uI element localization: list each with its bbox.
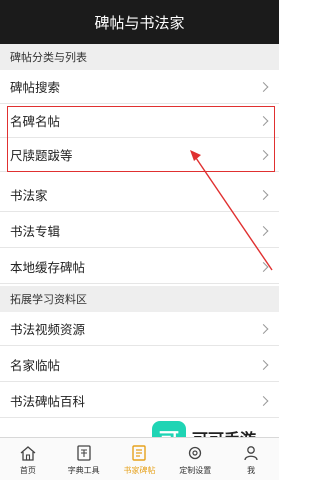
tab-dictionary[interactable]: 字典工具 [56, 438, 112, 480]
list-item-master-copies[interactable]: 名家临帖 [0, 348, 279, 382]
tab-home[interactable]: 首页 [0, 438, 56, 480]
section-header-extended: 拓展学习资料区 [0, 286, 279, 312]
highlight-box [7, 106, 275, 172]
chevron-right-icon [258, 81, 269, 92]
chevron-right-icon [258, 359, 269, 370]
tab-steles[interactable]: 书家碑帖 [112, 438, 168, 480]
bottom-tab-bar: 首页 字典工具 书家碑帖 定制设置 我 [0, 437, 279, 480]
chevron-right-icon [258, 261, 269, 272]
user-icon [244, 446, 258, 461]
list-item-stele-search[interactable]: 碑帖搜索 [0, 70, 279, 104]
list-item-calligraphers[interactable]: 书法家 [0, 178, 279, 212]
stele-icon [132, 445, 147, 461]
dictionary-icon [77, 445, 91, 461]
list-item-label: 碑帖搜索 [10, 80, 61, 95]
list-item-local-cache[interactable]: 本地缓存碑帖 [0, 250, 279, 284]
chevron-right-icon [258, 189, 269, 200]
list-item-label: 名家临帖 [10, 358, 61, 373]
tab-label: 书家碑帖 [123, 466, 156, 475]
list-item-label: 书法家 [10, 188, 48, 203]
chevron-right-icon [258, 395, 269, 406]
settings-icon [189, 446, 202, 460]
tab-label: 字典工具 [67, 466, 100, 475]
page-title: 碑帖与书法家 [0, 0, 279, 44]
list-item-label: 书法碑帖百科 [10, 394, 86, 409]
list-item-encyclopedia[interactable]: 书法碑帖百科 [0, 384, 279, 418]
home-icon [20, 446, 36, 461]
tab-label: 定制设置 [179, 466, 212, 475]
tab-label: 我 [247, 466, 256, 475]
list-item-albums[interactable]: 书法专辑 [0, 214, 279, 248]
list-item-label: 书法视频资源 [10, 322, 86, 337]
tab-me[interactable]: 我 [223, 438, 279, 480]
list-item-label: 本地缓存碑帖 [10, 260, 86, 275]
list-item-video-resources[interactable]: 书法视频资源 [0, 312, 279, 346]
list-item-label: 书法专辑 [10, 224, 61, 239]
tab-settings[interactable]: 定制设置 [167, 438, 223, 480]
section-header-categories: 碑帖分类与列表 [0, 44, 279, 70]
chevron-right-icon [258, 225, 269, 236]
chevron-right-icon [258, 323, 269, 334]
tab-label: 首页 [19, 466, 36, 475]
